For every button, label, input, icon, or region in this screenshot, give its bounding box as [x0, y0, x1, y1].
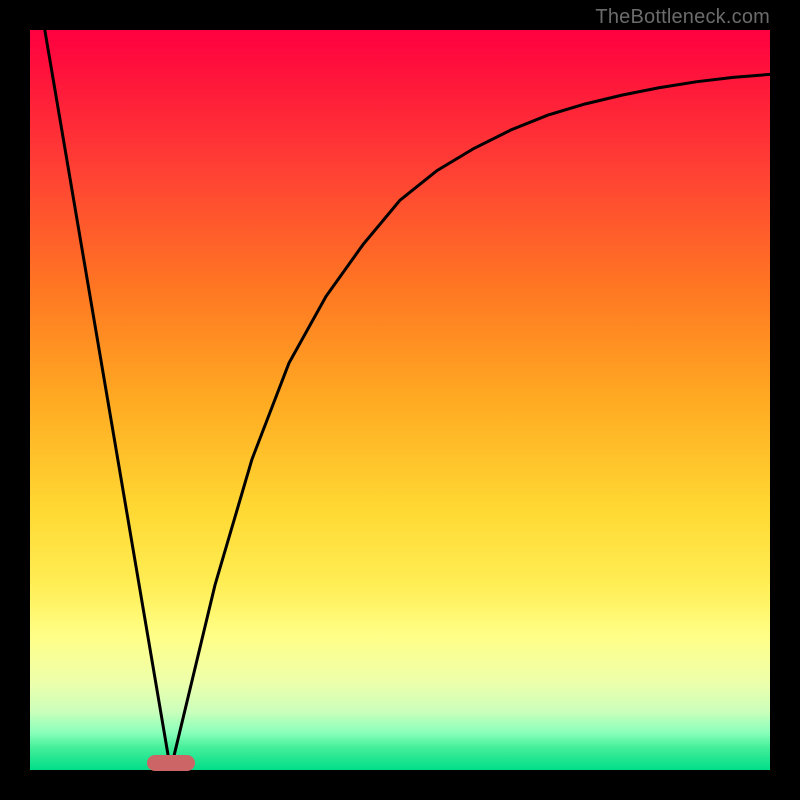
bottleneck-marker [147, 755, 195, 771]
right-curve-path [171, 74, 770, 770]
left-line-path [45, 30, 171, 770]
chart-container: TheBottleneck.com [0, 0, 800, 800]
plot-area [30, 30, 770, 770]
watermark-text: TheBottleneck.com [595, 6, 770, 29]
curves-svg [30, 30, 770, 770]
